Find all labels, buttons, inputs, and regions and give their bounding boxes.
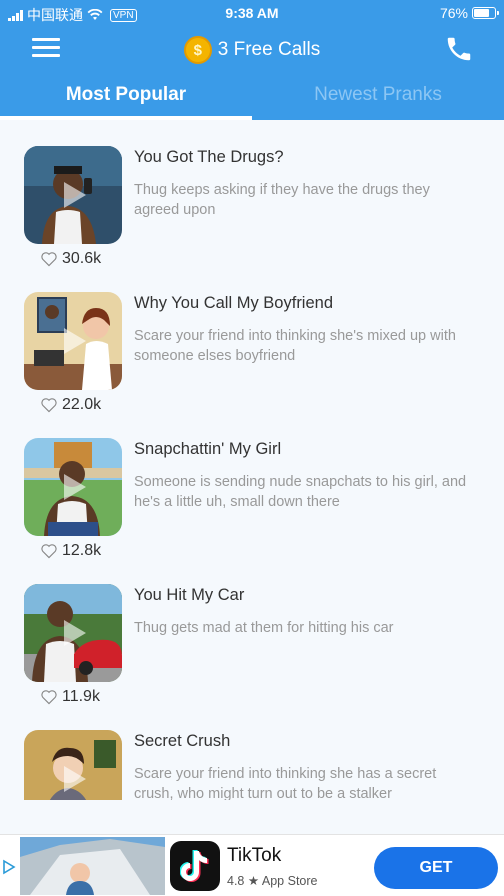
heart-icon[interactable] [40,689,58,705]
battery-icon [472,7,499,19]
prank-thumbnail[interactable] [24,292,122,390]
status-time: 9:38 AM [225,5,279,21]
prank-thumbnail[interactable] [24,584,122,682]
list-item[interactable]: 12.8k Snapchattin' My Girl Someone is se… [0,438,504,584]
prank-thumbnail[interactable] [24,146,122,244]
prank-title: Snapchattin' My Girl [134,440,282,458]
likes-count: 12.8k [62,542,102,559]
prank-description: Scare your friend into thinking she's mi… [134,328,456,364]
likes-count: 30.6k [62,250,102,267]
tiktok-logo-icon[interactable] [170,841,220,891]
star-icon: ★ [247,874,260,888]
prank-title: You Hit My Car [134,586,245,604]
coin-icon: $ [183,36,212,64]
app-header: 中国联通 VPN 9:38 AM 76% $ 3 Free Calls Most… [0,0,504,120]
list-item[interactable]: Secret Crush Scare your friend into thin… [0,730,504,800]
prank-description: Thug keeps asking if they have the drugs… [134,182,430,218]
ad-rating: 4.8 [227,874,245,888]
free-calls-label: 3 Free Calls [217,39,321,60]
ad-store-label: App Store [261,874,318,888]
ad-choices-icon[interactable] [2,859,16,875]
prank-description: Someone is sending nude snapchats to his… [134,474,467,510]
get-button[interactable]: GET [374,847,498,889]
list-item[interactable]: 30.6k You Got The Drugs? Thug keeps aski… [0,146,504,292]
prank-thumbnail[interactable] [24,730,122,800]
status-bar: 中国联通 VPN 9:38 AM 76% [0,0,504,26]
free-calls-counter[interactable]: $ 3 Free Calls [0,36,504,64]
likes-count: 11.9k [62,688,100,705]
tab-bar: Most Popular Newest Pranks [0,74,504,120]
prank-title: Secret Crush [134,732,231,750]
prank-title: Why You Call My Boyfriend [134,294,334,312]
ad-banner[interactable]: TikTok 4.8 ★ App Store GET [0,834,504,896]
tab-most-popular[interactable]: Most Popular [0,74,252,120]
phone-icon[interactable] [444,34,474,64]
tab-newest-pranks[interactable]: Newest Pranks [252,74,504,120]
heart-icon[interactable] [40,397,58,413]
heart-icon[interactable] [40,543,58,559]
battery-percent: 76% [439,5,468,21]
prank-description: Thug gets mad at them for hitting his ca… [134,620,394,636]
list-item[interactable]: 22.0k Why You Call My Boyfriend Scare yo… [0,292,504,438]
ad-app-meta: 4.8 ★ App Store [227,873,317,888]
prank-title: You Got The Drugs? [134,148,284,166]
ad-image[interactable] [20,837,165,895]
list-item[interactable]: 11.9k You Hit My Car Thug gets mad at th… [0,584,504,730]
heart-icon[interactable] [40,251,58,267]
prank-description: Scare your friend into thinking she has … [134,766,437,800]
prank-list[interactable]: 30.6k You Got The Drugs? Thug keeps aski… [0,120,504,800]
ad-app-name: TikTok [227,845,282,866]
likes-count: 22.0k [62,396,102,413]
prank-thumbnail[interactable] [24,438,122,536]
